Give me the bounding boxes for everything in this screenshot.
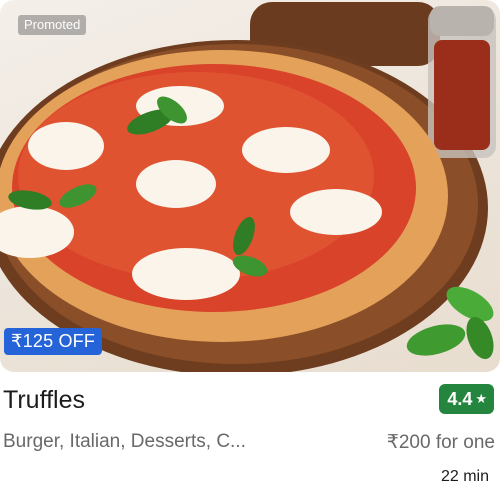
delivery-time: 22 min bbox=[440, 468, 489, 485]
cuisine-list: Burger, Italian, Desserts, C... bbox=[3, 431, 246, 452]
restaurant-image[interactable]: Promoted ₹125 OFF bbox=[0, 0, 500, 372]
price-for-one: ₹200 for one bbox=[386, 432, 495, 453]
pizza-photo bbox=[0, 2, 496, 372]
restaurant-name[interactable]: Truffles bbox=[3, 386, 85, 415]
offer-badge: ₹125 OFF bbox=[4, 328, 103, 355]
restaurant-card[interactable]: Promoted ₹125 OFF Truffles 4.4 ★ Burger,… bbox=[0, 0, 500, 498]
promoted-badge: Promoted bbox=[18, 15, 87, 35]
rating-badge: 4.4 ★ bbox=[439, 384, 494, 414]
rating-value: 4.4 bbox=[447, 389, 473, 409]
star-icon: ★ bbox=[475, 391, 487, 406]
